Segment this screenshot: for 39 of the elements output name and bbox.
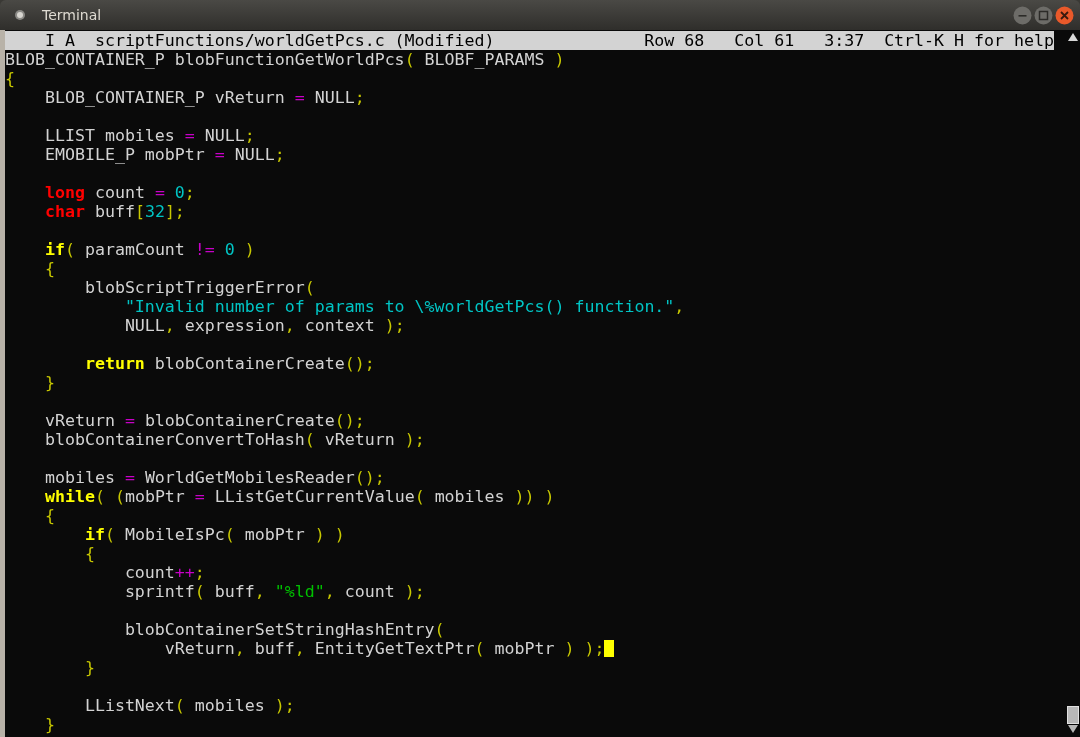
code-line: while( (mobPtr = LListGetCurrentValue( mobiles )) ) [43,487,555,506]
maximize-icon[interactable] [1034,5,1053,25]
file-status: I A scriptFunctions/worldGetPcs.c (Modified) [43,31,495,50]
code-line: blobContainerSetStringHashEntry( [123,620,445,639]
code-line: NULL, expression, context ); [123,316,405,335]
code-line: char buff[32]; [43,202,185,221]
code-line: blobScriptTriggerError( [83,278,315,297]
code-line: } [83,658,95,677]
code-line: BLOB_CONTAINER_P vReturn = NULL; [43,88,365,107]
close-icon[interactable] [1055,5,1074,25]
code-line: { [5,69,15,88]
code-line: { [43,259,55,278]
code-line: mobiles = WorldGetMobilesReader(); [43,468,385,487]
row-indicator: Row 68 [644,31,705,50]
code-line: vReturn, buff, EntityGetTextPtr( mobPtr ) ); [163,639,605,658]
clock-time: 3:37 [824,31,865,50]
code-line: return blobContainerCreate(); [83,354,375,373]
code-line: } [43,715,55,734]
window-title: Terminal [42,7,103,23]
scroll-up-icon[interactable] [1068,33,1078,41]
window-menu-icon[interactable] [14,9,26,21]
help-hint: Ctrl-K H for help [884,31,1054,50]
code-line: LListNext( mobiles ); [83,696,295,715]
minimize-icon[interactable] [1013,5,1032,25]
code-line: { [83,544,95,563]
code-line: BLOB_CONTAINER_P blobFunctionGetWorldPcs( BLOBF_PARAMS ) [5,50,565,69]
code-line: sprintf( buff, "%ld", count ); [123,582,425,601]
column-indicator: Col 61 [734,31,795,50]
code-line: blobContainerConvertToHash( vReturn ); [43,430,425,449]
code-line: { [43,506,55,525]
code-line: if( MobileIsPc( mobPtr ) ) [83,525,345,544]
code-line: long count = 0; [43,183,195,202]
code-line: count++; [123,563,205,582]
code-line: } [43,373,55,392]
code-line: vReturn = blobContainerCreate(); [43,411,365,430]
code-line: EMOBILE_P mobPtr = NULL; [43,145,285,164]
code-line: if( paramCount != 0 ) [43,240,255,259]
code-line: LLIST mobiles = NULL; [43,126,255,145]
code-line: "Invalid number of params to \%worldGetPcs() function.", [123,297,685,316]
